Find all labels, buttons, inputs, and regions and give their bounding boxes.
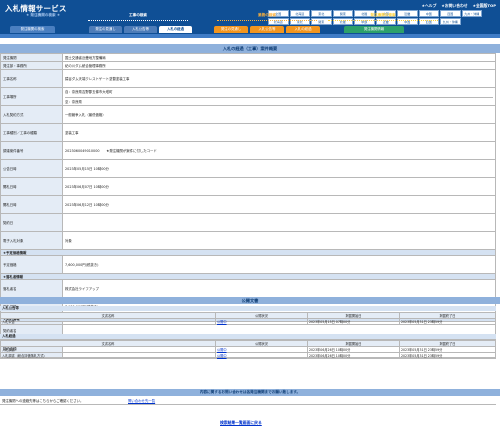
field-value xyxy=(62,213,496,232)
contact-notice-row: 発注機関への連絡先等はこちらからご確認ください。 問い合わせ先一覧 xyxy=(0,396,496,405)
results-table: 文書名称 公開状況 掲載開始日 掲載終了日 入札調書 公開中 2023年06月2… xyxy=(0,340,496,359)
nav-underline xyxy=(0,34,500,38)
field-label: 調達案件番号 xyxy=(0,141,63,160)
field-value: 塗装工事 xyxy=(62,123,496,142)
tab-service-outlook[interactable]: 発注の見通し xyxy=(214,26,248,33)
tab-construction-notices[interactable]: 入札公告等 xyxy=(124,26,157,33)
tab-construction-outlook[interactable]: 発注の見通し xyxy=(89,26,122,33)
tab-service-notices[interactable]: 入札公告等 xyxy=(250,26,284,33)
field-value: 一般競争入札（最低価格） xyxy=(62,105,496,124)
divider xyxy=(88,20,188,22)
tab-construction-results[interactable]: 入札の経過 xyxy=(159,26,192,33)
doc-start: 2023年06月26日 10時00分 xyxy=(307,352,400,359)
field-label: 契約日 xyxy=(0,213,63,232)
notices-table: 文書名称 公開状況 掲載開始日 掲載終了日 入札公告 公開中 2023年05月1… xyxy=(0,312,496,325)
field-label: 工事場所 xyxy=(0,87,63,106)
field-value: 国土交通省近畿地方整備局 xyxy=(62,53,496,62)
tab-service-results[interactable]: 入札の経過 xyxy=(286,26,320,33)
contact-link[interactable]: ★お問い合わせ xyxy=(441,3,467,9)
doc-status-link[interactable]: 公開中 xyxy=(215,352,308,359)
field-label: 工事名称 xyxy=(0,69,63,88)
field-value: 2023060049010000 ★発注機関が案件に付したコード xyxy=(62,141,496,160)
contact-notice-label: 発注機関への連絡先等はこちらからご確認ください。 xyxy=(2,399,84,403)
field-value: 猿谷ダム天端クレストゲート塗替塗装工事 xyxy=(62,69,496,88)
divider xyxy=(217,20,317,22)
field-value: 対象 xyxy=(62,231,496,250)
contact-list-link[interactable]: 問い合わせ先一覧 xyxy=(128,398,155,403)
doc-start: 2023年05月15日 07時00分 xyxy=(307,318,400,325)
doc-status-link[interactable]: 公開中 xyxy=(215,318,308,325)
field-value: 紀の川ダム統合管理事務所 xyxy=(62,61,496,70)
field-label: 発注部・事務所 xyxy=(0,61,63,70)
contact-notice-title: 内容に関するお問い合わせは各発注機関までお願い致します。 xyxy=(0,389,500,396)
back-to-results-link[interactable]: 検索結果一覧画面に戻る xyxy=(220,420,262,426)
field-value: 2023年06月12日 10時00分 xyxy=(62,195,496,214)
doc-end: 2023年05月31日 23時59分 xyxy=(399,318,496,325)
field-value: 株式会社ライフアップ xyxy=(62,279,496,298)
header: 入札情報サービス ★ヘルプ ★お問い合わせ ★全国版TOP 全国 北海道 東北 … xyxy=(0,0,500,38)
field-label: 工事種別／工事の種類 xyxy=(0,123,63,142)
national-top-link[interactable]: ★全国版TOP xyxy=(473,3,496,9)
page-title: 入札の経過（工事）案件概要 xyxy=(0,44,500,53)
region-link[interactable]: 四国 xyxy=(440,10,461,17)
tab-agency-info[interactable]: 発注機関情報 xyxy=(344,26,404,33)
region-link[interactable]: 九州・沖縄 xyxy=(461,10,482,17)
section-header-results: 入札経過 xyxy=(0,334,496,339)
doc-name: 入札調書（総合評価落札方式） xyxy=(0,352,216,359)
tab-agency-search[interactable]: 発注機関の検索 xyxy=(10,26,55,33)
utility-links: ★ヘルプ ★お問い合わせ ★全国版TOP xyxy=(422,3,496,9)
section-header-notices: 入札公告等 xyxy=(0,306,496,311)
nav-tabs: 発注機関の検索 発注の見通し 入札公告等 入札の経過 発注の見通し 入札公告等 … xyxy=(0,26,500,34)
field-label: 予定価格 xyxy=(0,255,63,274)
field-label: 開札日時 xyxy=(0,195,63,214)
category-label-service: 業務の検索 xyxy=(258,13,276,17)
field-label: 開札日時 xyxy=(0,177,63,196)
region-link[interactable]: 九州・沖縄 xyxy=(440,18,461,25)
category-label-agency-search: 発注機関の検索 xyxy=(370,13,396,17)
field-value: 自：奈良県吉野郡五條市大塔町至：奈良県 xyxy=(62,87,496,106)
documents-title: 公開文書 xyxy=(0,297,500,304)
location-to: 至：奈良県 xyxy=(65,97,493,104)
category-label-agency: ★ 発注機関の検索 ★ xyxy=(25,13,61,17)
field-label: 入札契約方式 xyxy=(0,105,63,124)
field-value: 2023年06月07日 10時00分 xyxy=(62,177,496,196)
field-value: 7,600,000円(税抜き) xyxy=(62,255,496,274)
category-label-construction: 工事の検索 xyxy=(129,13,147,17)
table-row: 入札公告 公開中 2023年05月15日 07時00分 2023年05月31日 … xyxy=(0,318,496,325)
field-value: 2023年05月15日 10時00分 xyxy=(62,159,496,178)
location-from: 自：奈良県吉野郡五條市大塔町 xyxy=(65,90,113,94)
table-row: 入札調書（総合評価落札方式） 公開中 2023年06月26日 10時00分 20… xyxy=(0,352,496,359)
divider xyxy=(328,20,438,22)
field-label: 落札者名 xyxy=(0,279,63,298)
field-label: 発注機関 xyxy=(0,53,63,62)
doc-end: 2023年05月31日 23時59分 xyxy=(399,352,496,359)
doc-name: 入札公告 xyxy=(0,318,216,325)
field-label: 公告日時 xyxy=(0,159,63,178)
field-label: 電子入札対象 xyxy=(0,231,63,250)
help-link[interactable]: ★ヘルプ xyxy=(422,3,437,9)
